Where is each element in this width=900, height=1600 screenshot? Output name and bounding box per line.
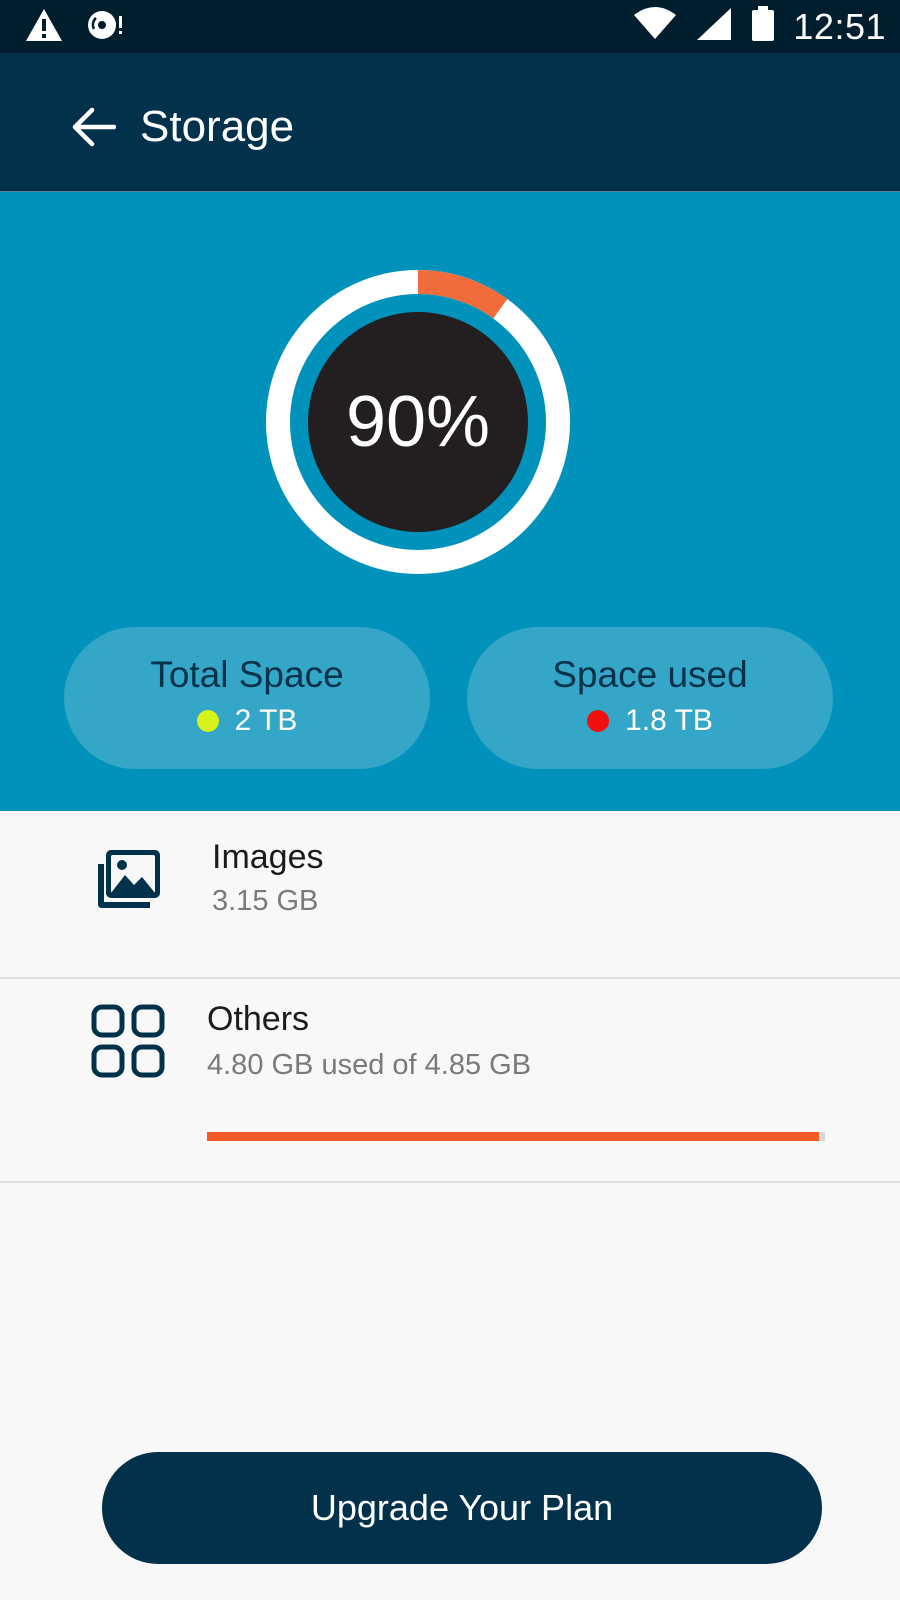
signal-icon: [695, 6, 733, 47]
others-title: Others: [207, 1000, 310, 1038]
upgrade-plan-button[interactable]: Upgrade Your Plan: [102, 1452, 822, 1564]
space-used-dot: [587, 710, 610, 732]
battery-icon: [751, 6, 775, 47]
others-progress-fill: [207, 1132, 819, 1141]
total-space-card[interactable]: Total Space 2 TB: [64, 627, 430, 769]
grid-icon: [91, 1004, 165, 1083]
wifi-icon: [633, 7, 677, 46]
app-bar: Storage: [0, 53, 900, 192]
list-item-others[interactable]: Others 4.80 GB used of 4.85 GB: [0, 979, 900, 1183]
status-time: 12:51: [793, 5, 886, 47]
total-space-dot: [196, 710, 219, 732]
usage-percent: 90%: [345, 382, 491, 462]
space-used-card[interactable]: Space used 1.8 TB: [467, 627, 833, 769]
others-progress-bar: [207, 1132, 825, 1141]
status-bar: 12:51: [0, 0, 900, 53]
total-space-label: Total Space: [150, 654, 344, 695]
images-icon: [92, 848, 162, 917]
images-size: 3.15 GB: [212, 885, 319, 917]
warning-icon: [24, 7, 64, 48]
list-item-images[interactable]: Images 3.15 GB: [0, 811, 900, 979]
disc-alert-icon: [86, 7, 126, 48]
space-used-label: Space used: [552, 654, 748, 695]
arrow-left-icon[interactable]: [70, 107, 117, 147]
images-title: Images: [212, 838, 324, 876]
space-used-value: 1.8 TB: [625, 704, 713, 737]
page-title: Storage: [140, 102, 295, 151]
others-usage: 4.80 GB used of 4.85 GB: [207, 1049, 532, 1081]
total-space-value: 2 TB: [234, 704, 298, 737]
